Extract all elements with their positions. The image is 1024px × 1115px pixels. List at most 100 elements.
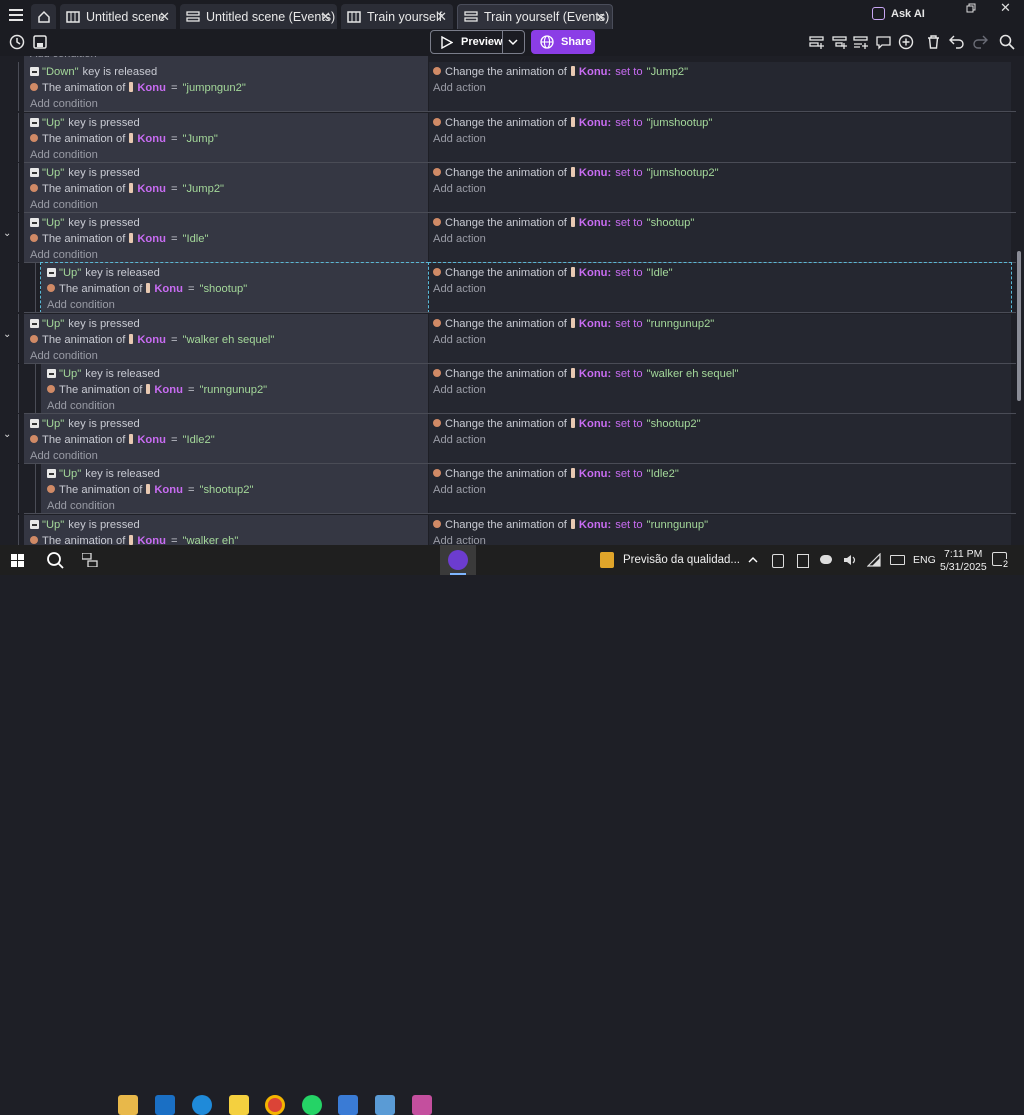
task-view-icon[interactable]: [82, 553, 98, 567]
add-condition-link[interactable]: Add condition: [30, 249, 98, 261]
actions-block[interactable]: Change the animation of Konu: set to "Idle2…: [429, 464, 1011, 513]
add-subevent-icon[interactable]: [832, 35, 847, 50]
actions-block[interactable]: Change the animation of Konu: set to "shoot…: [429, 414, 1011, 463]
search-icon[interactable]: [999, 34, 1015, 50]
add-action-link[interactable]: Add action: [433, 183, 486, 195]
chevron-up-icon[interactable]: [748, 556, 758, 563]
sticky-notes-icon[interactable]: [229, 1095, 249, 1115]
delete-icon[interactable]: [926, 34, 941, 50]
tab-train-yourself[interactable]: Train yourself ✕: [341, 4, 453, 29]
volume-icon[interactable]: [843, 553, 857, 567]
conditions-block[interactable]: "Up" key is pressed The animation of Konu = "…: [24, 163, 428, 212]
condition-animation[interactable]: The animation of Konu = "walker eh sequel": [30, 334, 274, 346]
chevron-down-icon[interactable]: [508, 39, 518, 46]
action-change-animation[interactable]: Change the animation of Konu: set to "jumsh…: [433, 117, 712, 129]
scrollbar[interactable]: [1017, 251, 1021, 401]
conditions-block[interactable]: "Up" key is pressed The animation of Konu = "…: [24, 414, 428, 463]
chevron-down-icon[interactable]: ⌄: [3, 429, 11, 440]
condition-key[interactable]: "Up" key is pressed: [30, 167, 140, 179]
app-icon[interactable]: [375, 1095, 395, 1115]
add-action-link[interactable]: Add action: [433, 233, 486, 245]
cloud-icon[interactable]: [820, 555, 832, 564]
action-change-animation[interactable]: Change the animation of Konu: set to "shoot…: [433, 217, 694, 229]
whatsapp-icon[interactable]: [302, 1095, 322, 1115]
add-action-link[interactable]: Add action: [433, 82, 486, 94]
store-icon[interactable]: [338, 1095, 358, 1115]
battery-icon[interactable]: [890, 555, 905, 565]
ask-ai-button[interactable]: Ask AI: [872, 7, 925, 20]
add-condition-link[interactable]: Add condition: [47, 500, 115, 512]
restore-window-icon[interactable]: [966, 3, 976, 13]
conditions-block[interactable]: "Up" key is released The animation of Konu =…: [41, 364, 428, 413]
add-action-link[interactable]: Add action: [433, 334, 486, 346]
close-window-icon[interactable]: ✕: [1000, 0, 1011, 16]
history-icon[interactable]: [9, 34, 25, 50]
action-change-animation[interactable]: Change the animation of Konu: set to "Idle": [433, 267, 673, 279]
condition-animation[interactable]: The animation of Konu = "jumpngun2": [30, 82, 246, 94]
conditions-block[interactable]: "Up" key is released The animation of Konu =…: [40, 262, 429, 313]
language-indicator[interactable]: ENG: [913, 554, 936, 566]
condition-key[interactable]: "Up" key is pressed: [30, 519, 140, 531]
menu-icon[interactable]: [9, 9, 23, 21]
conditions-block[interactable]: "Up" key is pressed The animation of Konu = "…: [24, 213, 428, 262]
tab-home[interactable]: [31, 4, 56, 29]
condition-animation[interactable]: The animation of Konu = "Idle2": [30, 434, 215, 446]
windows-start-icon[interactable]: [11, 554, 24, 567]
conditions-block[interactable]: "Up" key is released The animation of Konu =…: [41, 464, 428, 513]
condition-key[interactable]: "Up" key is pressed: [30, 117, 140, 129]
actions-block[interactable]: Change the animation of Konu: set to "Idle"…: [428, 262, 1012, 313]
actions-block[interactable]: Change the animation of Konu: set to "shoot…: [429, 213, 1011, 262]
action-change-animation[interactable]: Change the animation of Konu: set to "Idle2…: [433, 468, 679, 480]
preview-button[interactable]: Preview: [430, 30, 525, 54]
comment-icon[interactable]: [876, 35, 891, 50]
outlook-icon[interactable]: [155, 1095, 175, 1115]
redo-icon[interactable]: [972, 35, 988, 49]
add-condition-link[interactable]: Add condition: [30, 98, 98, 110]
add-condition-link[interactable]: Add condition: [30, 56, 97, 60]
tab-untitled-scene[interactable]: Untitled scene ✕: [60, 4, 176, 29]
save-icon[interactable]: [33, 35, 47, 49]
actions-block[interactable]: Change the animation of Konu: set to "runng…: [429, 515, 1011, 545]
close-icon[interactable]: ✕: [159, 9, 170, 25]
device-icon[interactable]: [772, 554, 784, 568]
tab-untitled-scene-events[interactable]: Untitled scene (Events) ✕: [180, 4, 337, 29]
add-condition-link[interactable]: Add condition: [30, 149, 98, 161]
add-condition-link[interactable]: Add condition: [30, 350, 98, 362]
add-condition-link[interactable]: Add condition: [47, 400, 115, 412]
add-condition-link[interactable]: Add condition: [30, 199, 98, 211]
add-action-link[interactable]: Add action: [433, 434, 486, 446]
conditions-block[interactable]: "Up" key is pressed The animation of Konu = "…: [24, 314, 428, 363]
add-action-link[interactable]: Add action: [433, 484, 486, 496]
action-change-animation[interactable]: Change the animation of Konu: set to "walke…: [433, 368, 739, 380]
add-action-link[interactable]: Add action: [433, 384, 486, 396]
office-icon[interactable]: [412, 1095, 432, 1115]
action-change-animation[interactable]: Change the animation of Konu: set to "jumsh…: [433, 167, 719, 179]
condition-key[interactable]: "Down" key is released: [30, 66, 157, 78]
actions-block[interactable]: Change the animation of Konu: set to "runng…: [429, 314, 1011, 363]
condition-animation[interactable]: The animation of Konu = "walker eh": [30, 535, 238, 545]
condition-key[interactable]: "Up" key is released: [47, 468, 160, 480]
wifi-icon[interactable]: [867, 553, 881, 567]
actions-block[interactable]: Change the animation of Konu: set to "jumsh…: [429, 113, 1011, 162]
clock-date[interactable]: 5/31/2025: [940, 561, 987, 573]
condition-key[interactable]: "Up" key is pressed: [30, 217, 140, 229]
action-change-animation[interactable]: Change the animation of Konu: set to "Jump2…: [433, 66, 688, 78]
action-change-animation[interactable]: Change the animation of Konu: set to "shoot…: [433, 418, 701, 430]
add-icon[interactable]: [898, 34, 914, 50]
chevron-down-icon[interactable]: ⌄: [3, 228, 11, 239]
conditions-block[interactable]: "Up" key is pressed The animation of Konu = "…: [24, 113, 428, 162]
undo-icon[interactable]: [949, 35, 965, 49]
phone-link-icon[interactable]: [797, 554, 809, 568]
condition-key[interactable]: "Up" key is released: [47, 267, 160, 279]
condition-animation[interactable]: The animation of Konu = "runngunup2": [47, 384, 267, 396]
condition-key[interactable]: "Up" key is pressed: [30, 418, 140, 430]
condition-animation[interactable]: The animation of Konu = "Jump2": [30, 183, 224, 195]
conditions-block[interactable]: "Up" key is pressed The animation of Konu = "…: [24, 515, 428, 545]
actions-block[interactable]: Change the animation of Konu: set to "jumsh…: [429, 163, 1011, 212]
add-action-link[interactable]: Add action: [433, 133, 486, 145]
add-other-icon[interactable]: [853, 35, 868, 50]
share-button[interactable]: Share: [531, 30, 595, 54]
condition-key[interactable]: "Up" key is pressed: [30, 318, 140, 330]
gdevelop-taskbar-button[interactable]: [440, 545, 476, 575]
close-icon[interactable]: ✕: [436, 9, 447, 25]
